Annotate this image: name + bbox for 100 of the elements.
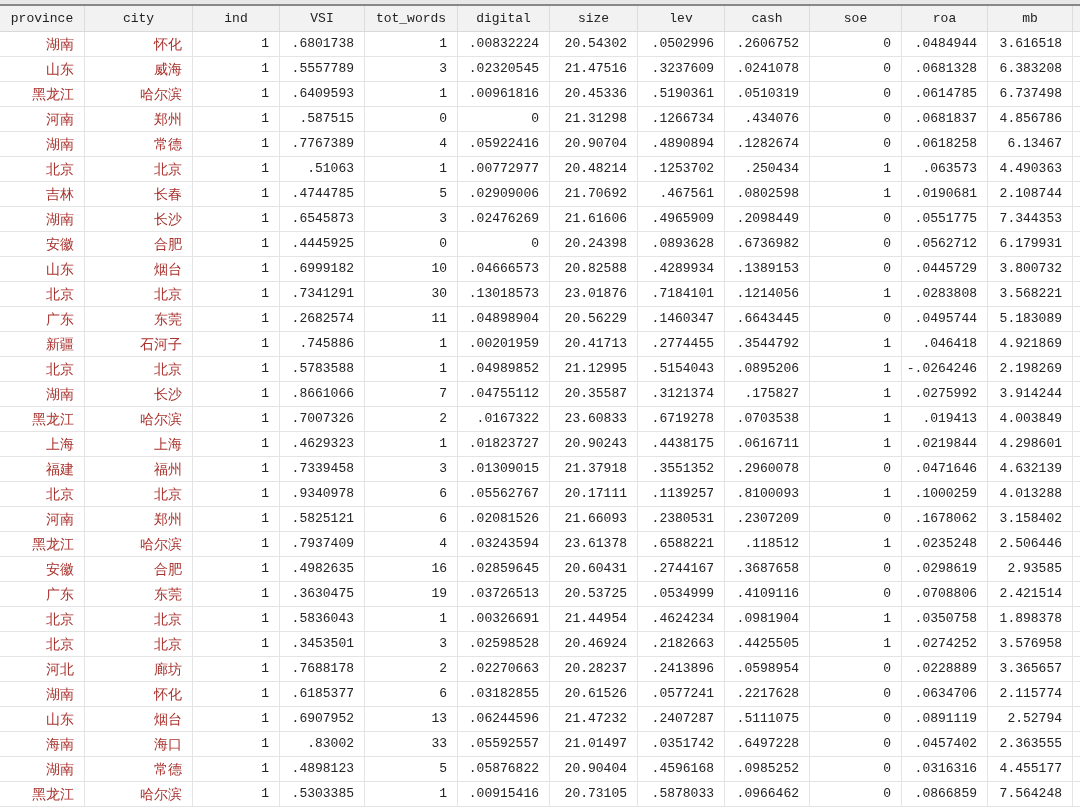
table-cell: 合肥 — [85, 557, 193, 581]
table-cell: .0350758 — [902, 607, 988, 631]
table-cell: .4890894 — [638, 132, 725, 156]
table-cell: .6588221 — [638, 532, 725, 556]
table-cell: 湖南 — [0, 382, 85, 406]
column-header[interactable]: city — [85, 6, 193, 31]
table-cell: .7937409 — [280, 532, 365, 556]
table-cell: 1 — [810, 532, 902, 556]
table-cell: 1 — [810, 382, 902, 406]
table-cell: 21.66093 — [550, 507, 638, 531]
table-cell: 4.632139 — [988, 457, 1073, 481]
table-cell: .83002 — [280, 732, 365, 756]
table-cell: .0634706 — [902, 682, 988, 706]
table-cell: .3544792 — [725, 332, 810, 356]
table-cell: .4596168 — [638, 757, 725, 781]
table-cell: 1 — [193, 382, 280, 406]
column-header[interactable]: roa — [902, 6, 988, 31]
table-cell: 0 — [810, 657, 902, 681]
column-header[interactable]: soe — [810, 6, 902, 31]
column-header[interactable]: mb — [988, 6, 1073, 31]
table-cell: .00772977 — [458, 157, 550, 181]
column-header[interactable]: digital — [458, 6, 550, 31]
table-cell: .02909006 — [458, 182, 550, 206]
table-cell: 21.47516 — [550, 57, 638, 81]
table-cell: .0577241 — [638, 682, 725, 706]
table-cell: .5111075 — [725, 707, 810, 731]
table-cell: .6736982 — [725, 232, 810, 256]
table-cell: 2 — [365, 407, 458, 431]
table-cell: 20.41713 — [550, 332, 638, 356]
table-cell: 0 — [810, 507, 902, 531]
table-cell: 2.421514 — [988, 582, 1073, 606]
table-cell: .0598954 — [725, 657, 810, 681]
table-cell: 1 — [193, 332, 280, 356]
table-cell: 5 — [365, 182, 458, 206]
table-cell: .1282674 — [725, 132, 810, 156]
table-cell: .0445729 — [902, 257, 988, 281]
table-cell: 7 — [365, 382, 458, 406]
table-cell: 吉林 — [0, 182, 85, 206]
table-cell: 0 — [810, 457, 902, 481]
table-cell: 21.44954 — [550, 607, 638, 631]
table-cell: .6409593 — [280, 82, 365, 106]
table-cell: .02859645 — [458, 557, 550, 581]
table-cell: .0228889 — [902, 657, 988, 681]
table-cell: .5557789 — [280, 57, 365, 81]
table-cell: 20.48214 — [550, 157, 638, 181]
table-cell: 北京 — [0, 157, 85, 181]
table-cell: 1 — [365, 607, 458, 631]
table-cell: 4.003849 — [988, 407, 1073, 431]
table-cell: 0 — [810, 307, 902, 331]
table-cell: 北京 — [85, 482, 193, 506]
column-header[interactable]: tot_words — [365, 6, 458, 31]
table-cell: .0275992 — [902, 382, 988, 406]
table-cell: .6719278 — [638, 407, 725, 431]
table-cell: 新疆 — [0, 332, 85, 356]
table-cell: 3.568221 — [988, 282, 1073, 306]
table-cell: .5154043 — [638, 357, 725, 381]
table-cell: .01823727 — [458, 432, 550, 456]
column-header[interactable]: ind — [193, 6, 280, 31]
table-cell: 4 — [365, 532, 458, 556]
column-header[interactable]: cash — [725, 6, 810, 31]
table-cell: 4.455177 — [988, 757, 1073, 781]
table-cell: 1 — [193, 107, 280, 131]
table-cell: 21.70692 — [550, 182, 638, 206]
table-cell: .175827 — [725, 382, 810, 406]
table-cell: 威海 — [85, 57, 193, 81]
table-cell: 1.898378 — [988, 607, 1073, 631]
column-header[interactable]: size — [550, 6, 638, 31]
table-cell: .4289934 — [638, 257, 725, 281]
table-cell: 0 — [810, 257, 902, 281]
table-cell: .2960078 — [725, 457, 810, 481]
table-cell: 1 — [810, 407, 902, 431]
table-cell: .0985252 — [725, 757, 810, 781]
table-cell: .0614785 — [902, 82, 988, 106]
table-cell: 4.856786 — [988, 107, 1073, 131]
table-cell: .0274252 — [902, 632, 988, 656]
table-cell: .2774455 — [638, 332, 725, 356]
table-cell: 1 — [810, 432, 902, 456]
table-cell: 0 — [810, 732, 902, 756]
column-header[interactable]: province — [0, 6, 85, 31]
column-header[interactable]: VSI — [280, 6, 365, 31]
table-cell: .6907952 — [280, 707, 365, 731]
table-cell: .0241078 — [725, 57, 810, 81]
table-cell: 山东 — [0, 707, 85, 731]
table-cell: .1266734 — [638, 107, 725, 131]
table-cell: .0190681 — [902, 182, 988, 206]
table-cell: 4.298601 — [988, 432, 1073, 456]
table-cell: 1 — [365, 332, 458, 356]
table-cell: 0 — [458, 232, 550, 256]
column-header[interactable]: lev — [638, 6, 725, 31]
table-cell: .1000259 — [902, 482, 988, 506]
table-cell: 黑龙江 — [0, 407, 85, 431]
table-cell: .4445925 — [280, 232, 365, 256]
table-cell: .2682574 — [280, 307, 365, 331]
table-cell: 哈尔滨 — [85, 782, 193, 806]
table-cell: .5825121 — [280, 507, 365, 531]
table-cell: .6643445 — [725, 307, 810, 331]
table-cell: 湖南 — [0, 757, 85, 781]
table-cell: 1 — [193, 532, 280, 556]
table-cell: 安徽 — [0, 557, 85, 581]
table-cell: .0618258 — [902, 132, 988, 156]
